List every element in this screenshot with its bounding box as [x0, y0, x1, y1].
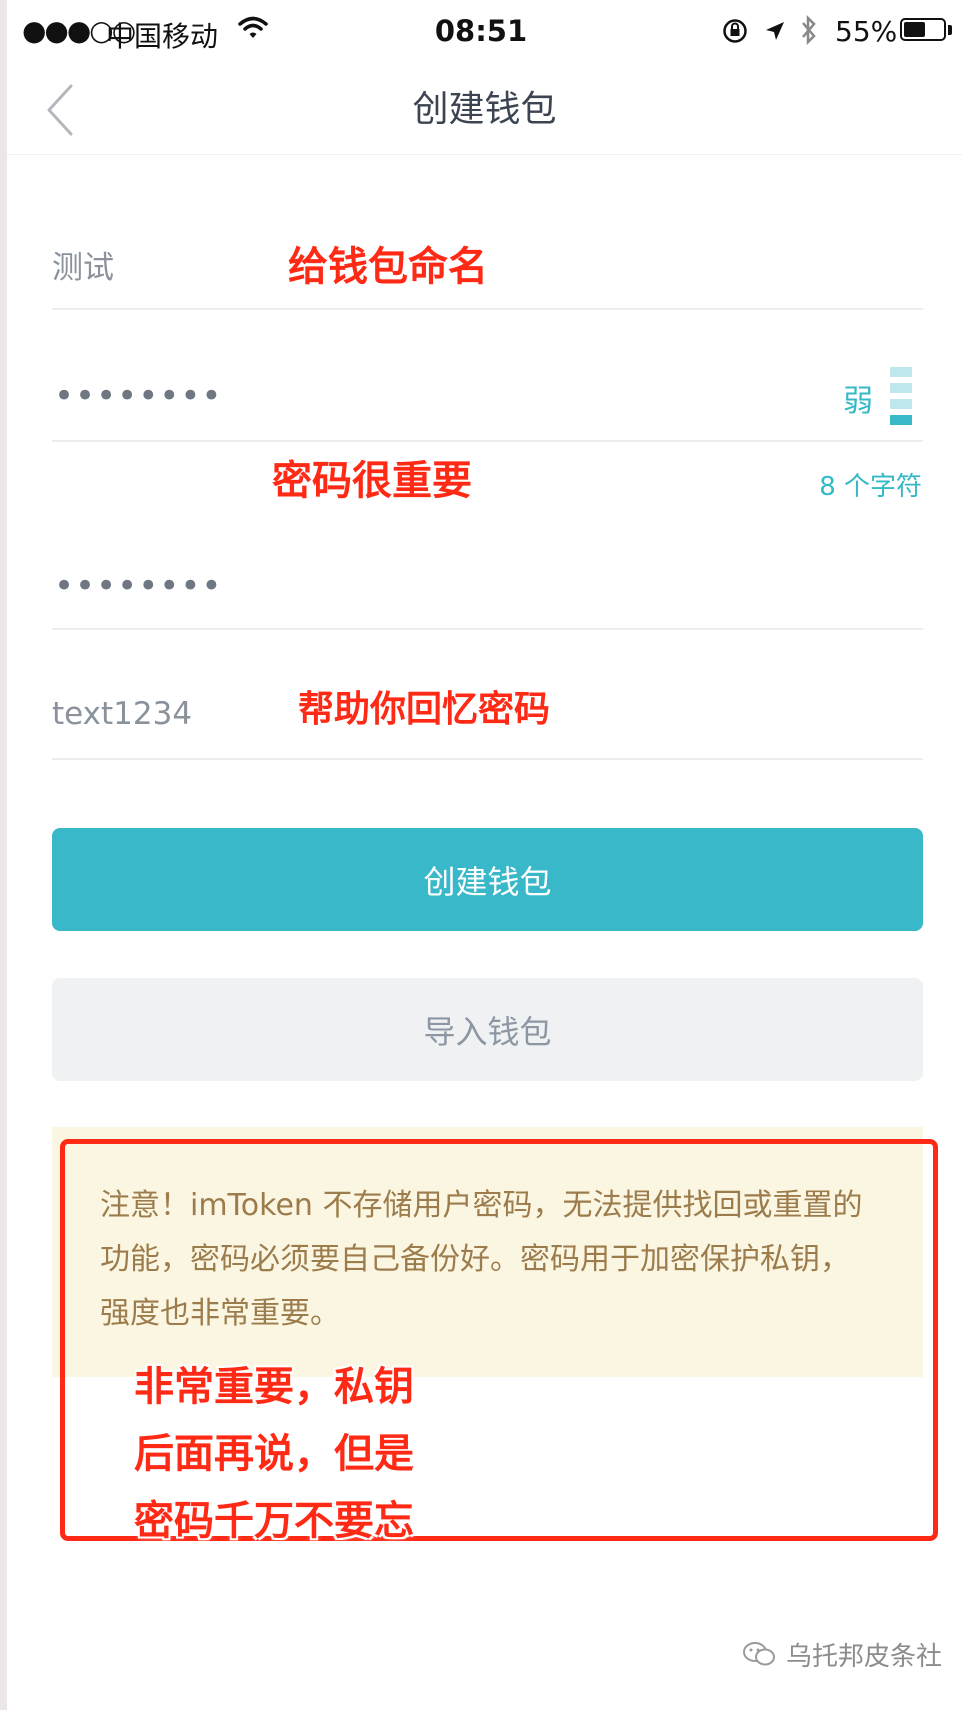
- import-wallet-button[interactable]: 导入钱包: [52, 978, 923, 1081]
- wallet-name-input-value: 测试: [52, 250, 114, 286]
- battery-fill: [904, 22, 925, 37]
- password-char-count: 8 个字符: [819, 472, 922, 502]
- password-input-value: ••••••••: [54, 376, 223, 416]
- location-arrow-icon: [766, 22, 784, 40]
- confirm-password-input-value: ••••••••: [54, 566, 223, 606]
- page-title: 创建钱包: [412, 89, 557, 130]
- annotation-password-callout: 密码很重要: [272, 458, 472, 504]
- orientation-lock-icon: [723, 19, 747, 43]
- annotation-notice-line: 非常重要，私钥: [134, 1364, 414, 1410]
- watermark-text: 乌托邦皮条社: [786, 1642, 943, 1672]
- screenshot-edge: [0, 0, 7, 1710]
- annotation-notice-line: 密码千万不要忘: [134, 1498, 414, 1544]
- annotation-notice-line: 后面再说，但是: [134, 1431, 414, 1477]
- strength-meter-segment: [890, 383, 912, 393]
- annotation-name-callout: 给钱包命名: [288, 244, 488, 290]
- annotation-hint-callout: 帮助你回忆密码: [298, 689, 551, 730]
- battery-icon: [900, 18, 946, 41]
- password-hint-input-value: text1234: [52, 696, 193, 732]
- status-bar: ●●●○○ 中国移动 08:51 55%: [0, 0, 962, 62]
- confirm-password-field[interactable]: ••••••••: [52, 530, 923, 630]
- bluetooth-icon: [802, 15, 816, 45]
- battery-percentage: 55%: [835, 15, 898, 48]
- password-strength-meter: [890, 367, 912, 429]
- password-strength-label: 弱: [843, 384, 873, 419]
- strength-meter-segment: [890, 399, 912, 409]
- password-field[interactable]: ••••••••: [52, 340, 923, 442]
- navigation-bar: 创建钱包: [7, 62, 962, 155]
- strength-meter-segment: [890, 415, 912, 425]
- create-wallet-button[interactable]: 创建钱包: [52, 828, 923, 931]
- wechat-icon: [743, 1642, 775, 1666]
- battery-cap: [948, 25, 952, 35]
- annotation-notice-callout: 非常重要，私钥 后面再说，但是 密码千万不要忘: [134, 1354, 414, 1555]
- strength-meter-segment: [890, 367, 912, 377]
